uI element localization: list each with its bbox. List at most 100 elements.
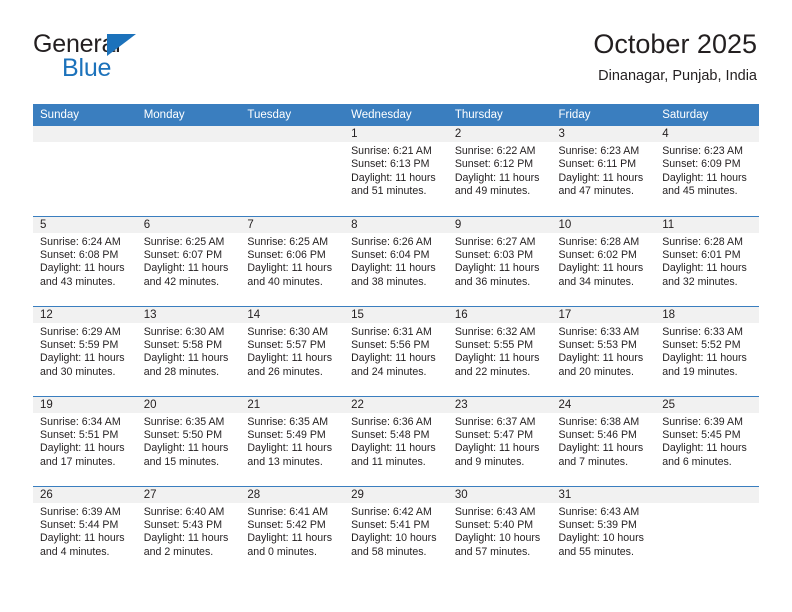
sunrise-time: Sunrise: 6:22 AM [454,145,536,157]
calendar-day-cell[interactable]: 15 Sunrise: 6:31 AM Sunset: 5:56 PM Dayligh… [344,305,448,396]
sunset-time: Sunset: 5:40 PM [454,518,534,531]
sunset-time: Sunset: 5:56 PM [351,338,430,351]
day-number: 16 [447,306,552,323]
calendar-day-cell[interactable]: 7 Sunrise: 6:25 AM Sunset: 6:06 PM Daylight… [240,215,345,306]
day-number: 3 [551,126,656,142]
sunrise-time: Sunrise: 6:25 AM [143,235,225,248]
calendar-day-cell[interactable]: 17 Sunrise: 6:33 AM Sunset: 5:53 PM Dayligh… [551,305,656,396]
calendar-day-cell[interactable]: 6 Sunrise: 6:25 AM Sunset: 6:07 PM Daylight… [136,215,241,306]
daylight-duration-line1: Daylight: 11 hours [662,171,747,184]
calendar-day-cell[interactable]: 1 Sunrise: 6:21 AM Sunset: 6:13 PM Daylight… [344,126,448,216]
day-details: Sunrise: 6:22 AM Sunset: 6:12 PM Daylight:… [448,142,552,199]
calendar-day-cell[interactable]: 13 Sunrise: 6:30 AM Sunset: 5:58 PM Dayligh… [136,305,241,396]
calendar-day-cell[interactable]: 21 Sunrise: 6:35 AM Sunset: 5:49 PM Dayligh… [240,395,345,486]
daylight-duration-line2: and 4 minutes. [40,545,110,558]
sunrise-time: Sunrise: 6:21 AM [351,145,432,157]
day-number [240,126,345,142]
sunset-time: Sunset: 6:06 PM [247,248,326,261]
logo-triangle-icon [107,34,136,56]
calendar-week-row: 19 Sunrise: 6:34 AM Sunset: 5:51 PM Dayligh… [33,395,759,486]
weekday-header-tuesday: Tuesday [240,104,345,126]
daylight-duration-line1: Daylight: 11 hours [40,442,125,455]
day-number: 4 [655,126,759,142]
daylight-duration-line1: Daylight: 11 hours [351,442,436,455]
calendar-page: General Blue October 2025 Dinanagar, Pun… [0,0,792,612]
calendar-day-cell[interactable]: 19 Sunrise: 6:34 AM Sunset: 5:51 PM Dayligh… [33,395,137,486]
sunrise-time: Sunrise: 6:24 AM [40,235,121,248]
calendar-week-row: 12 Sunrise: 6:29 AM Sunset: 5:59 PM Dayligh… [33,305,759,396]
sunset-time: Sunset: 5:39 PM [558,518,637,531]
day-details: Sunrise: 6:42 AM Sunset: 5:41 PM Daylight:… [344,503,448,560]
calendar-day-cell[interactable]: 31 Sunrise: 6:43 AM Sunset: 5:39 PM Dayligh… [551,485,656,576]
day-details: Sunrise: 6:32 AM Sunset: 5:55 PM Daylight:… [448,323,552,380]
sunset-time: Sunset: 5:58 PM [143,338,223,351]
calendar-day-cell[interactable]: 20 Sunrise: 6:35 AM Sunset: 5:50 PM Dayligh… [136,395,241,486]
day-details: Sunrise: 6:29 AM Sunset: 5:59 PM Daylight:… [33,323,137,380]
day-details: Sunrise: 6:21 AM Sunset: 6:13 PM Daylight:… [344,142,448,199]
sunset-time: Sunset: 5:57 PM [247,338,326,351]
day-number: 2 [447,126,552,142]
calendar-day-cell[interactable]: 18 Sunrise: 6:33 AM Sunset: 5:52 PM Dayligh… [655,305,759,396]
sunset-time: Sunset: 5:41 PM [351,518,430,531]
day-number: 23 [447,396,552,413]
sunset-time: Sunset: 6:08 PM [40,248,119,261]
day-number: 30 [447,486,552,503]
daylight-duration-line1: Daylight: 11 hours [454,262,540,275]
calendar-day-cell[interactable]: 4 Sunrise: 6:23 AM Sunset: 6:09 PM Daylight… [655,126,759,216]
daylight-duration-line2: and 42 minutes. [143,275,220,288]
sunrise-time: Sunrise: 6:43 AM [558,505,640,518]
calendar-day-cell[interactable]: 28 Sunrise: 6:41 AM Sunset: 5:42 PM Dayligh… [240,485,345,576]
daylight-duration-line2: and 9 minutes. [454,455,525,468]
day-details: Sunrise: 6:25 AM Sunset: 6:06 PM Daylight:… [240,233,344,290]
sunrise-time: Sunrise: 6:23 AM [662,145,743,157]
day-number: 14 [240,306,345,323]
sunrise-sunset-calendar: Sunday Monday Tuesday Wednesday Thursday… [33,104,759,576]
day-details: Sunrise: 6:41 AM Sunset: 5:42 PM Daylight:… [240,503,344,560]
sunset-time: Sunset: 5:59 PM [40,338,119,351]
daylight-duration-line1: Daylight: 11 hours [143,352,229,365]
general-blue-logo[interactable]: General Blue [33,31,263,87]
daylight-duration-line2: and 43 minutes. [40,275,116,288]
calendar-day-cell[interactable]: 25 Sunrise: 6:39 AM Sunset: 5:45 PM Dayligh… [655,395,759,486]
day-number: 26 [33,486,137,503]
sunrise-time: Sunrise: 6:32 AM [454,325,536,338]
daylight-duration-line2: and 45 minutes. [662,185,738,198]
title-block: October 2025 Dinanagar, Punjab, India [593,28,757,86]
calendar-day-cell[interactable]: 11 Sunrise: 6:28 AM Sunset: 6:01 PM Dayligh… [655,215,759,306]
calendar-day-cell[interactable]: 8 Sunrise: 6:26 AM Sunset: 6:04 PM Daylight… [344,215,448,306]
calendar-day-cell[interactable]: 14 Sunrise: 6:30 AM Sunset: 5:57 PM Dayligh… [240,305,345,396]
weekday-header-sunday: Sunday [33,104,137,126]
calendar-day-cell[interactable]: 27 Sunrise: 6:40 AM Sunset: 5:43 PM Dayligh… [136,485,241,576]
calendar-day-cell[interactable]: 10 Sunrise: 6:28 AM Sunset: 6:02 PM Dayligh… [551,215,656,306]
sunrise-time: Sunrise: 6:28 AM [662,235,743,248]
sunrise-time: Sunrise: 6:39 AM [40,505,121,518]
sunset-time: Sunset: 6:09 PM [662,158,741,171]
daylight-duration-line1: Daylight: 10 hours [351,532,437,545]
calendar-day-cell[interactable]: 24 Sunrise: 6:38 AM Sunset: 5:46 PM Dayligh… [551,395,656,486]
daylight-duration-line2: and 13 minutes. [247,455,323,468]
calendar-day-cell[interactable]: 5 Sunrise: 6:24 AM Sunset: 6:08 PM Daylight… [33,215,137,306]
sunrise-time: Sunrise: 6:39 AM [662,415,743,428]
sunrise-time: Sunrise: 6:40 AM [143,505,225,518]
calendar-day-cell[interactable]: 3 Sunrise: 6:23 AM Sunset: 6:11 PM Daylight… [551,126,656,216]
calendar-day-cell[interactable]: 9 Sunrise: 6:27 AM Sunset: 6:03 PM Daylight… [447,215,552,306]
sunset-time: Sunset: 5:55 PM [454,338,534,351]
sunrise-time: Sunrise: 6:23 AM [558,145,640,157]
calendar-day-cell[interactable]: 26 Sunrise: 6:39 AM Sunset: 5:44 PM Dayligh… [33,485,137,576]
daylight-duration-line1: Daylight: 11 hours [558,442,644,455]
daylight-duration-line2: and 6 minutes. [662,455,732,468]
day-details: Sunrise: 6:40 AM Sunset: 5:43 PM Daylight:… [137,503,241,560]
calendar-day-cell[interactable]: 2 Sunrise: 6:22 AM Sunset: 6:12 PM Daylight… [447,126,552,216]
weekday-header-thursday: Thursday [447,104,552,126]
sunrise-time: Sunrise: 6:37 AM [454,415,536,428]
calendar-day-cell[interactable]: 16 Sunrise: 6:32 AM Sunset: 5:55 PM Dayligh… [447,305,552,396]
day-details: Sunrise: 6:26 AM Sunset: 6:04 PM Daylight:… [344,233,448,290]
calendar-day-cell[interactable]: 29 Sunrise: 6:42 AM Sunset: 5:41 PM Dayligh… [344,485,448,576]
calendar-day-cell[interactable]: 22 Sunrise: 6:36 AM Sunset: 5:48 PM Dayligh… [344,395,448,486]
daylight-duration-line1: Daylight: 11 hours [247,352,333,365]
calendar-day-cell[interactable]: 23 Sunrise: 6:37 AM Sunset: 5:47 PM Dayligh… [447,395,552,486]
sunrise-time: Sunrise: 6:30 AM [247,325,329,338]
calendar-day-cell[interactable]: 30 Sunrise: 6:43 AM Sunset: 5:40 PM Dayligh… [447,485,552,576]
sunset-time: Sunset: 6:07 PM [143,248,223,261]
calendar-day-cell[interactable]: 12 Sunrise: 6:29 AM Sunset: 5:59 PM Dayligh… [33,305,137,396]
